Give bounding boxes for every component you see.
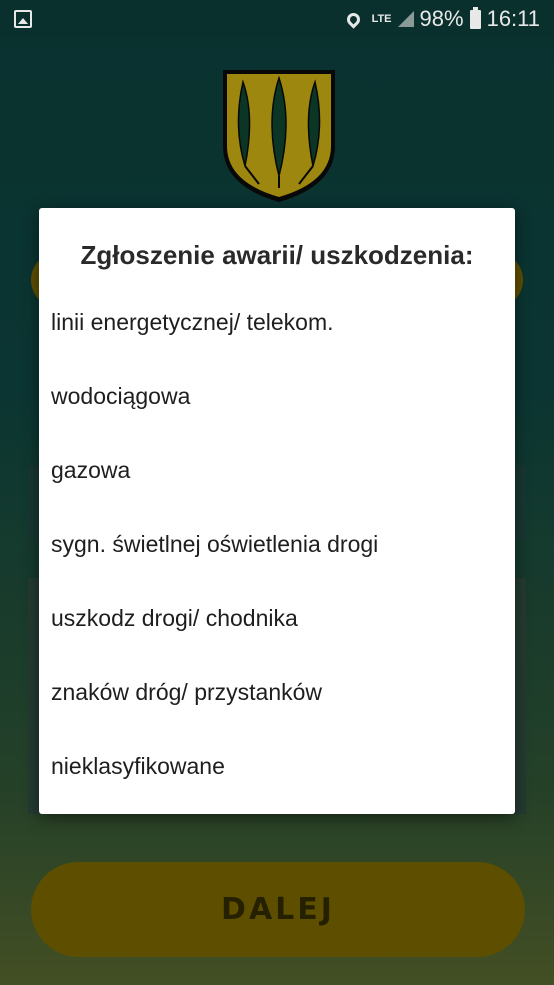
clock: 16:11 xyxy=(486,6,540,31)
location-icon xyxy=(343,9,363,29)
option-gas[interactable]: gazowa xyxy=(51,440,503,500)
battery-icon xyxy=(469,6,481,29)
option-traffic-lights-lighting[interactable]: sygn. świetlnej oświetlenia drogi xyxy=(51,514,503,574)
option-road-signs-bus-stops[interactable]: znaków dróg/ przystanków xyxy=(51,662,503,722)
option-road-sidewalk-damage[interactable]: uszkodz drogi/ chodnika xyxy=(51,588,503,648)
dialog-title: Zgłoszenie awarii/ uszkodzenia: xyxy=(80,240,474,270)
option-unclassified[interactable]: nieklasyfikowane xyxy=(51,736,503,796)
image-notification-icon xyxy=(14,10,32,28)
lte-indicator: LTE xyxy=(371,13,392,25)
signal-icon xyxy=(397,11,414,27)
option-water-supply[interactable]: wodociągowa xyxy=(51,366,503,426)
status-bar: LTE 98% 16:11 xyxy=(0,0,554,38)
battery-percent: 98% xyxy=(419,6,464,31)
damage-type-dialog: Zgłoszenie awarii/ uszkodzenia: linii en… xyxy=(39,208,515,814)
option-power-telecom-line[interactable]: linii energetycznej/ telekom. xyxy=(51,292,503,352)
